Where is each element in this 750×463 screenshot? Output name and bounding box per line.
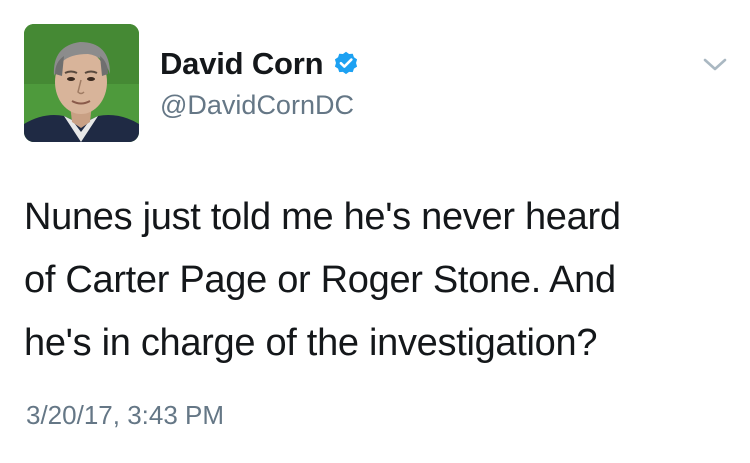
author-name-text: David Corn [160, 46, 324, 81]
chevron-down-icon[interactable] [701, 55, 729, 75]
avatar-image [24, 24, 139, 142]
verified-badge-icon [335, 51, 358, 75]
tweet-card: David Corn @DavidCornDC Nunes just told … [0, 0, 750, 463]
author-handle[interactable]: @DavidCornDC [160, 89, 354, 121]
tweet-text: Nunes just told me he's never heard of C… [24, 196, 621, 364]
author-display-name[interactable]: David Corn [160, 46, 360, 82]
tweet-timestamp[interactable]: 3/20/17, 3:43 PM [26, 399, 224, 431]
avatar[interactable] [24, 24, 139, 142]
